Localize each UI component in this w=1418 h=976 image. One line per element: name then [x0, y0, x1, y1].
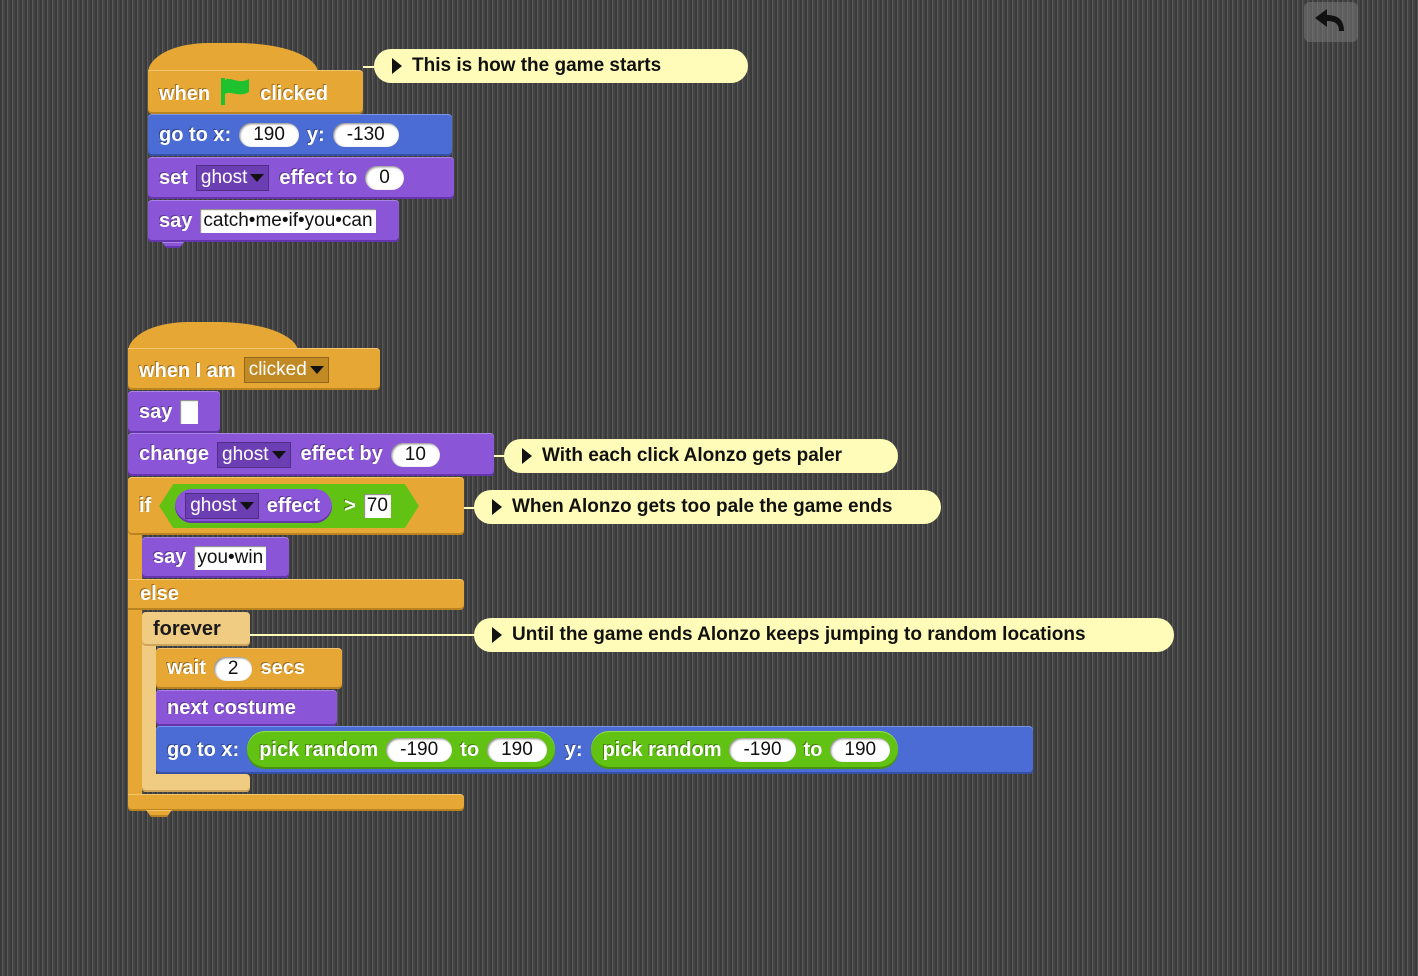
if-else-bottom [128, 794, 464, 811]
change-value-input[interactable]: 10 [390, 442, 440, 467]
forever-label: forever [153, 617, 221, 640]
dropdown-arrow-icon [271, 450, 286, 459]
wait-block[interactable]: wait 2 secs [156, 648, 342, 689]
when-label: when [159, 83, 211, 105]
change-effect-block[interactable]: change ghost effect by 10 [128, 433, 494, 476]
forever-block[interactable]: forever [142, 612, 250, 646]
when-i-am-clicked-block[interactable]: when I am clicked [128, 348, 380, 390]
wait-label: wait [167, 657, 206, 679]
x-input[interactable]: 190 [239, 123, 299, 147]
undo-button[interactable] [1304, 2, 1358, 42]
comment-paler[interactable]: With each click Alonzo gets paler [504, 439, 898, 473]
when-i-am-label: when I am [139, 360, 236, 382]
effect-dropdown[interactable]: ghost [185, 493, 258, 519]
effect-dropdown-value: ghost [200, 167, 248, 188]
threshold-input[interactable]: 70 [364, 494, 391, 518]
go-to-label: go to x: [167, 738, 240, 761]
pick-random-label: pick random [259, 738, 379, 761]
greater-than-operator: > [344, 494, 356, 517]
y-label: y: [564, 738, 583, 761]
comment-text: With each click Alonzo gets paler [542, 445, 843, 466]
say-empty-block[interactable]: say [128, 391, 220, 433]
go-to-random-block[interactable]: go to x: pick random -190 to 190 y: pick… [156, 726, 1033, 774]
effect-reporter[interactable]: ghost effect [175, 489, 332, 523]
secs-label: secs [260, 657, 305, 679]
pick-random-label: pick random [602, 738, 722, 761]
when-flag-clicked-block[interactable]: when clicked [148, 70, 363, 114]
if-label: if [139, 494, 152, 517]
next-costume-block[interactable]: next costume [156, 690, 337, 726]
comment-text: This is how the game starts [412, 55, 662, 76]
dropdown-arrow-icon [240, 502, 254, 510]
change-label: change [139, 443, 210, 465]
effect-label: effect [266, 494, 321, 517]
comment-game-start[interactable]: This is how the game starts [374, 49, 748, 83]
effect-to-label: effect to [279, 166, 358, 189]
green-flag-icon [221, 78, 250, 105]
comment-text: When Alonzo gets too pale the game ends [512, 496, 893, 517]
dropdown-arrow-icon [250, 174, 265, 182]
set-label: set [159, 166, 188, 189]
to-label: to [460, 738, 480, 761]
collapse-triangle-icon[interactable] [522, 448, 532, 464]
block-notch [146, 810, 172, 817]
to-label: to [803, 738, 823, 761]
effect-dropdown-value: ghost [190, 495, 237, 516]
x-to-input[interactable]: 190 [487, 738, 547, 762]
set-effect-block[interactable]: set ghost effect to 0 [148, 157, 454, 199]
say-label: say [153, 546, 187, 568]
else-label: else [140, 583, 179, 605]
undo-arrow-icon [1315, 9, 1344, 31]
dropdown-arrow-icon [309, 366, 324, 374]
effect-value-input[interactable]: 0 [365, 166, 404, 190]
if-else-block[interactable]: if ghost effect > 70 [128, 477, 464, 535]
block-notch [162, 242, 184, 248]
x-from-input[interactable]: -190 [386, 738, 453, 762]
say-win-input[interactable]: you•win [194, 545, 267, 570]
collapse-triangle-icon[interactable] [392, 58, 402, 74]
effect-dropdown-value: ghost [222, 443, 269, 465]
y-to-input[interactable]: 190 [830, 738, 891, 762]
greater-than-predicate[interactable]: ghost effect > 70 [159, 484, 419, 528]
say-text-input[interactable]: catch•me•if•you•can [200, 209, 376, 233]
effect-dropdown[interactable]: ghost [195, 165, 270, 191]
collapse-triangle-icon[interactable] [492, 499, 502, 515]
go-to-label: go to x: [159, 123, 232, 146]
next-costume-label: next costume [167, 696, 296, 719]
say-label: say [139, 400, 173, 423]
pick-random-y-reporter[interactable]: pick random -190 to 190 [590, 731, 899, 769]
say-you-win-block[interactable]: say you•win [142, 537, 289, 578]
comment-game-ends[interactable]: When Alonzo gets too pale the game ends [474, 490, 941, 524]
collapse-triangle-icon[interactable] [492, 627, 502, 643]
effect-dropdown[interactable]: ghost [217, 441, 291, 468]
event-dropdown[interactable]: clicked [243, 357, 329, 383]
say-block[interactable]: say catch•me•if•you•can [148, 200, 399, 248]
else-bar: else [128, 579, 464, 610]
effect-by-label: effect by [300, 443, 383, 465]
y-label: y: [306, 123, 325, 146]
comment-text: Until the game ends Alonzo keeps jumping… [512, 624, 1086, 645]
y-input[interactable]: -130 [332, 123, 399, 147]
comment-connector [250, 634, 476, 636]
clicked-label: clicked [260, 83, 328, 105]
say-label: say [159, 209, 193, 232]
comment-random-locations[interactable]: Until the game ends Alonzo keeps jumping… [474, 618, 1174, 652]
pick-random-x-reporter[interactable]: pick random -190 to 190 [247, 731, 555, 769]
say-empty-input[interactable] [180, 400, 199, 424]
event-dropdown-value: clicked [248, 359, 307, 380]
forever-bottom [142, 774, 250, 792]
y-from-input[interactable]: -190 [729, 738, 796, 762]
go-to-xy-block[interactable]: go to x: 190 y: -130 [148, 114, 452, 156]
wait-seconds-input[interactable]: 2 [213, 656, 253, 681]
